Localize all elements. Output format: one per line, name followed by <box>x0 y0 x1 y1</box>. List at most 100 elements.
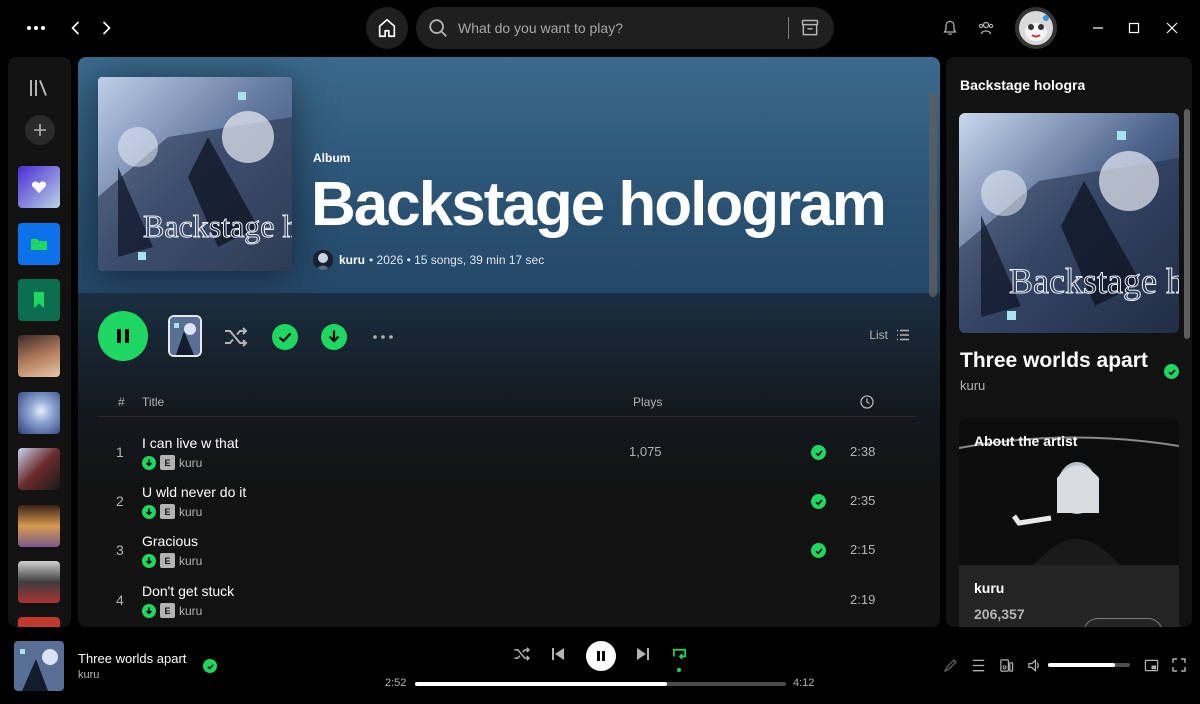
friend-activity-icon[interactable] <box>974 16 998 40</box>
minimize-icon[interactable] <box>1086 16 1110 40</box>
more-menu-icon[interactable] <box>24 16 48 40</box>
track-duration: 2:19 <box>850 592 876 607</box>
sidebar-item-playlist-3[interactable] <box>18 448 60 490</box>
track-title[interactable]: U wld never do it <box>142 484 246 500</box>
sidebar-item-liked-songs[interactable] <box>18 166 60 208</box>
player-track-artist[interactable]: kuru <box>78 669 99 681</box>
repeat-active-indicator <box>677 668 681 672</box>
shuffle-icon[interactable] <box>223 324 249 350</box>
search-bar <box>416 7 834 49</box>
sidebar-item-playlist-5[interactable] <box>18 561 60 603</box>
saved-check-icon[interactable] <box>272 324 298 350</box>
close-icon[interactable] <box>1160 16 1184 40</box>
shuffle-icon[interactable] <box>511 643 533 665</box>
sidebar-item-playlist-1[interactable] <box>18 335 60 377</box>
more-options-icon[interactable] <box>370 324 396 350</box>
album-meta: kuru • 2026 • 15 songs, 39 min 17 sec <box>313 250 544 270</box>
col-plays: Plays <box>633 395 663 409</box>
page-title: Backstage hologram <box>311 170 887 239</box>
notifications-icon[interactable] <box>938 16 962 40</box>
now-playing-panel: Backstage hologra Backstage hologram Thr… <box>946 57 1192 627</box>
track-title[interactable]: Don't get stuck <box>142 583 234 599</box>
lyrics-mic-icon[interactable] <box>940 655 960 675</box>
next-icon[interactable] <box>632 643 654 665</box>
album-type-label: Album <box>313 151 351 165</box>
track-artist[interactable]: kuru <box>179 554 202 568</box>
about-artist-card[interactable]: About the artist kuru 206,357 <box>959 418 1179 627</box>
saved-check-icon[interactable] <box>203 659 217 673</box>
downloaded-icon[interactable] <box>321 324 347 350</box>
bookmark-icon <box>34 292 44 308</box>
saved-check-icon[interactable] <box>811 543 826 558</box>
connect-device-icon[interactable] <box>996 655 1016 675</box>
player-cover[interactable] <box>14 641 64 691</box>
panel-scrollbar[interactable] <box>1184 109 1190 339</box>
table-row[interactable]: 3 Gracious E kuru 2:15 <box>98 526 916 576</box>
forward-icon[interactable] <box>94 16 118 40</box>
about-artist-name[interactable]: kuru <box>974 580 1004 596</box>
home-icon <box>378 18 396 38</box>
album-thumbnail-button[interactable] <box>168 315 202 357</box>
play-pause-button[interactable] <box>586 641 616 671</box>
mini-player-icon[interactable] <box>1141 655 1161 675</box>
avatar[interactable] <box>1015 7 1057 49</box>
queue-icon[interactable] <box>968 655 988 675</box>
table-row[interactable]: 1 I can live w that E kuru 1,075 2:38 <box>98 428 916 478</box>
elapsed-time: 2:52 <box>385 677 407 689</box>
track-duration: 2:38 <box>850 444 876 459</box>
top-bar <box>0 0 1200 57</box>
progress-bar[interactable] <box>415 682 786 686</box>
search-input[interactable] <box>458 7 778 49</box>
volume-icon[interactable] <box>1024 655 1044 675</box>
pause-button[interactable] <box>98 311 148 361</box>
table-row[interactable]: 2 U wld never do it E kuru 2:35 <box>98 477 916 527</box>
track-subline: E kuru <box>142 603 202 618</box>
sidebar-item-playlist-2[interactable] <box>18 392 60 434</box>
previous-icon[interactable] <box>547 643 569 665</box>
maximize-icon[interactable] <box>1122 16 1146 40</box>
track-number: 2 <box>116 493 124 509</box>
explicit-badge: E <box>160 553 175 568</box>
browse-icon[interactable] <box>800 18 820 38</box>
saved-check-icon[interactable] <box>811 494 826 509</box>
about-artist-label: About the artist <box>974 433 1078 449</box>
track-title[interactable]: Gracious <box>142 533 198 549</box>
album-header: Backstage hologram Album Backstage holog… <box>78 57 940 293</box>
repeat-icon[interactable] <box>668 643 690 665</box>
total-time: 4:12 <box>793 677 815 689</box>
library-icon[interactable] <box>25 74 53 102</box>
now-playing-panel-title[interactable]: Backstage hologra <box>960 77 1085 93</box>
player-track-title[interactable]: Three worlds apart <box>78 651 186 666</box>
player-bar: Three worlds apart kuru 2:52 4:12 <box>0 632 1200 704</box>
downloaded-icon <box>142 504 156 519</box>
search-divider <box>788 17 789 39</box>
downloaded-icon <box>142 553 156 568</box>
pause-icon <box>597 651 605 661</box>
now-playing-title[interactable]: Three worlds apart <box>960 349 1148 373</box>
table-row[interactable]: 4 Don't get stuck E kuru 2:19 <box>98 576 916 626</box>
back-icon[interactable] <box>64 16 88 40</box>
track-title[interactable]: I can live w that <box>142 435 239 451</box>
explicit-badge: E <box>160 455 175 470</box>
fullscreen-icon[interactable] <box>1169 655 1189 675</box>
main-scrollbar[interactable] <box>929 93 937 297</box>
sidebar-item-saved-episodes[interactable] <box>18 279 60 321</box>
volume-slider[interactable] <box>1048 663 1130 667</box>
follow-button[interactable] <box>1083 618 1163 627</box>
sidebar-item-playlist-4[interactable] <box>18 505 60 547</box>
artist-avatar[interactable] <box>313 250 333 270</box>
track-artist[interactable]: kuru <box>179 505 202 519</box>
sidebar-item-playlist-6[interactable] <box>18 617 60 627</box>
album-details: • 2026 • 15 songs, 39 min 17 sec <box>369 253 545 267</box>
create-playlist-button[interactable] <box>25 115 55 145</box>
saved-check-icon[interactable] <box>811 445 826 460</box>
now-playing-artist[interactable]: kuru <box>960 378 985 393</box>
track-artist[interactable]: kuru <box>179 604 202 618</box>
home-button[interactable] <box>366 7 408 49</box>
sidebar-item-folder[interactable] <box>18 223 60 265</box>
artist-link[interactable]: kuru <box>339 253 365 267</box>
duration-clock-icon <box>860 395 874 409</box>
track-artist[interactable]: kuru <box>179 456 202 470</box>
view-toggle-button[interactable]: List <box>869 328 910 342</box>
saved-check-icon[interactable] <box>1164 364 1179 379</box>
